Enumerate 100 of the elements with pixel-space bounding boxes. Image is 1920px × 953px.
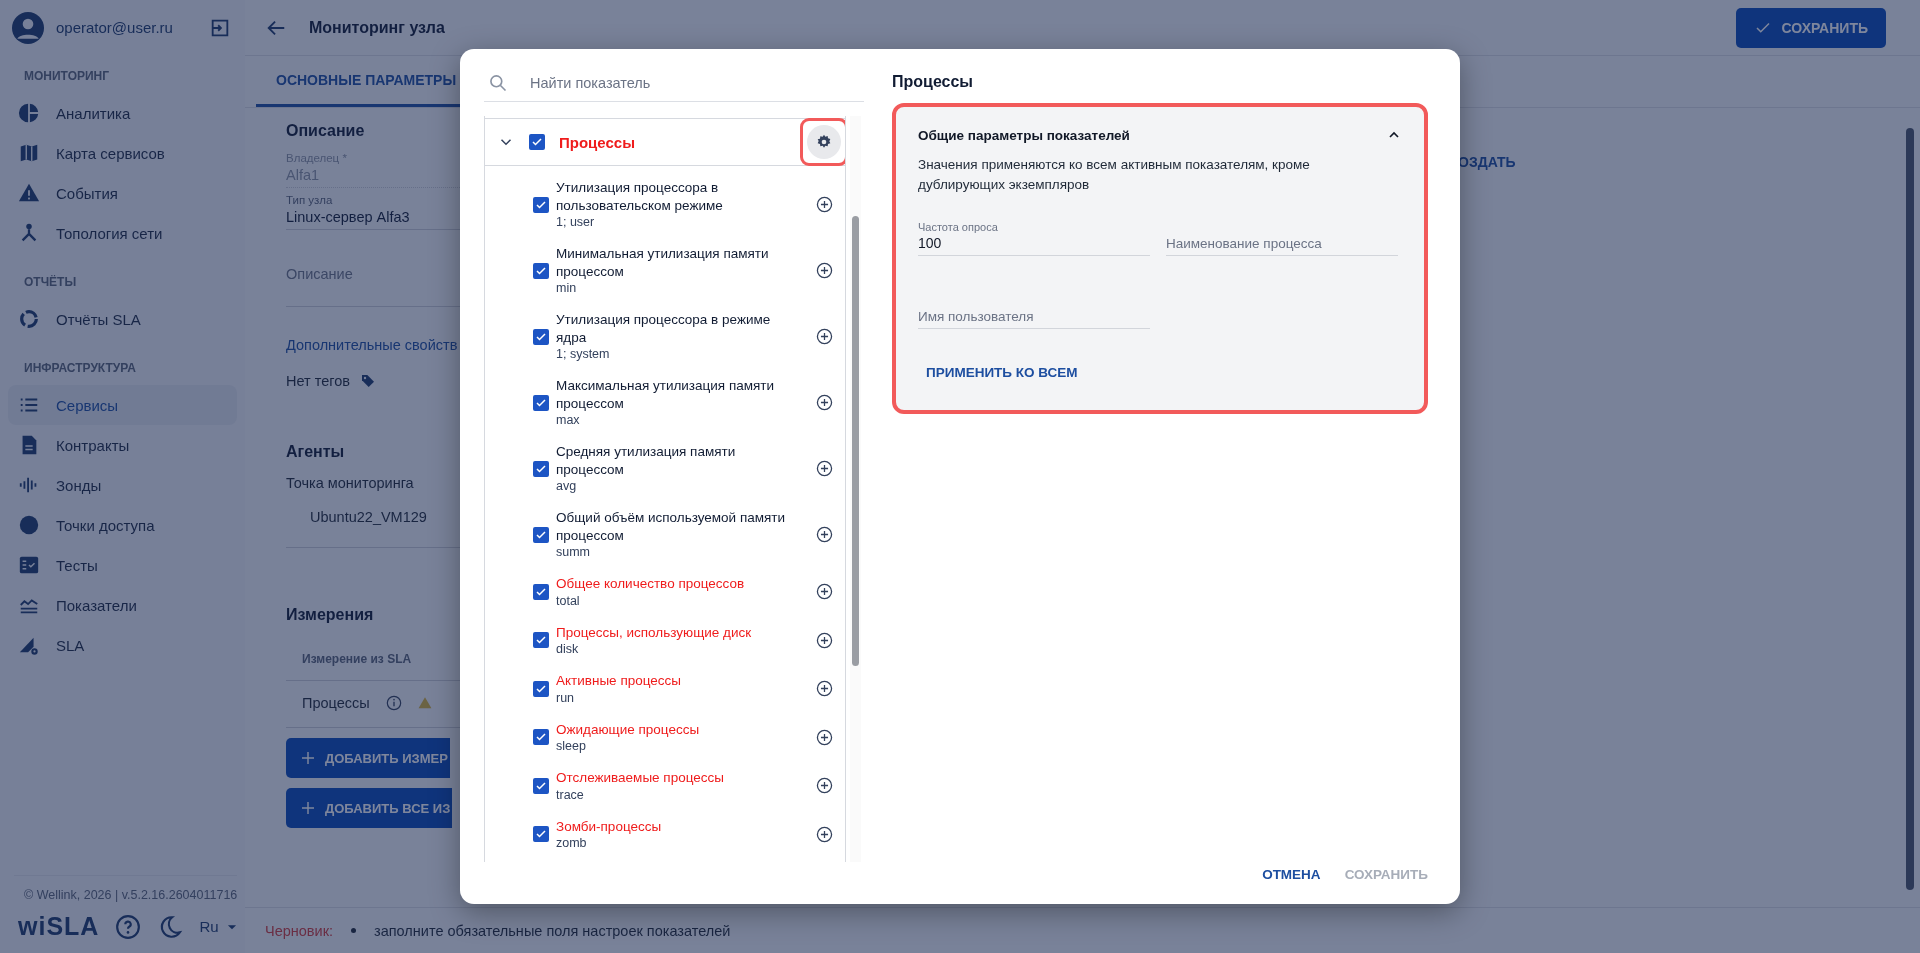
section-heading: МОНИТОРИНГ — [23, 68, 111, 85]
plus-circle-icon — [816, 394, 833, 411]
add-button[interactable] — [816, 460, 833, 477]
metric-code: run — [556, 689, 576, 706]
gear-icon — [816, 134, 832, 150]
tag-icon — [360, 373, 376, 389]
checkbox[interactable] — [533, 826, 549, 843]
section-heading: ОТЧЁТЫ — [23, 274, 78, 291]
metric-name: Средняя утилизация памяти процессом — [556, 443, 737, 478]
pie-chart-icon — [18, 102, 40, 124]
apply-button[interactable]: ПРИМЕНИТЬ КО ВСЕМ — [926, 361, 1078, 384]
check-icon — [535, 330, 547, 343]
scrollbar[interactable] — [850, 116, 861, 862]
status-label: Черновик: — [265, 922, 334, 939]
section-heading: Измерения — [286, 605, 374, 625]
text-field[interactable]: Имя пользователя — [918, 278, 1150, 329]
page-title: Мониторинг узла — [309, 18, 446, 37]
add-button[interactable] — [816, 526, 833, 543]
nav-item[interactable]: Аналитика — [8, 93, 237, 133]
properties-link[interactable]: Дополнительные свойств — [286, 307, 458, 353]
add-button[interactable]: ДОБАВИТЬ ИЗМЕР — [286, 738, 450, 778]
nav-item[interactable]: Показатели — [8, 585, 237, 625]
add-button[interactable] — [816, 728, 833, 746]
description-text: Значения применяются ко всем активным показателям, кроме дублирующих экземпляров — [918, 156, 1311, 194]
plus-circle-icon — [816, 328, 833, 345]
text-field[interactable]: Наименование процесса — [1166, 205, 1398, 256]
checkbox[interactable] — [533, 460, 549, 477]
nav-item[interactable]: SLA — [8, 625, 237, 665]
checkbox[interactable] — [533, 632, 549, 649]
plus-circle-icon — [816, 526, 833, 543]
metric-name: Утилизация процессора в пользовательском режиме — [556, 179, 724, 214]
language-select[interactable]: Ru — [199, 918, 239, 935]
user-email: operator@user.ru — [56, 19, 174, 36]
field-label: Точка мониторинга — [286, 474, 414, 491]
nav-item[interactable]: Сервисы — [8, 385, 237, 425]
check-icon — [535, 528, 547, 541]
checkbox[interactable] — [533, 328, 549, 345]
metric-name: Процессы, использующие диск — [556, 623, 753, 641]
metric-code: summ — [556, 544, 592, 560]
help-icon — [115, 913, 142, 940]
plus-circle-icon — [816, 825, 833, 843]
add-button[interactable] — [816, 680, 833, 698]
check-icon — [535, 198, 547, 211]
nav-item[interactable]: Контракты — [8, 425, 237, 465]
checkbox[interactable] — [533, 196, 549, 213]
add-button[interactable] — [816, 583, 833, 601]
checkbox[interactable] — [533, 777, 549, 794]
metric-code: disk — [556, 641, 580, 657]
add-button[interactable] — [816, 777, 833, 795]
checkbox[interactable] — [533, 583, 549, 600]
plus-circle-icon — [816, 728, 833, 746]
section-heading: Агенты — [286, 442, 345, 462]
checkbox[interactable] — [533, 729, 549, 746]
nav-item[interactable]: Тесты — [8, 545, 237, 585]
scrollbar[interactable] — [1906, 128, 1914, 890]
metric-code: 1; system — [556, 346, 611, 362]
settings-button[interactable] — [807, 125, 841, 159]
metric-name: Максимальная утилизация памяти процессом — [556, 377, 776, 412]
nav-item[interactable]: Карта сервисов — [8, 133, 237, 173]
nav-item[interactable]: Отчёты SLA — [8, 299, 237, 339]
checkbox[interactable] — [529, 134, 545, 150]
nav-item[interactable]: Топология сети — [8, 213, 237, 253]
panel-title: Процессы — [892, 73, 975, 92]
checkbox[interactable] — [533, 526, 549, 543]
metric-name: Ожидающие процессы — [556, 720, 701, 738]
add-button[interactable] — [816, 631, 833, 649]
warning-icon — [417, 696, 432, 710]
add-button[interactable] — [816, 328, 833, 345]
check-icon — [535, 731, 547, 744]
section-heading: ИНФРАСТРУКТУРА — [23, 360, 137, 377]
copyright-text: © Wellink, 2026 | v.5.2.16.2604011716 — [23, 887, 237, 904]
add-button[interactable]: ДОБАВИТЬ ВСЕ ИЗ — [286, 788, 453, 828]
add-button[interactable] — [816, 825, 833, 843]
metric-name: Отслеживаемые процессы — [556, 769, 725, 787]
text-field[interactable]: Частота опроса 100 — [918, 205, 1150, 256]
nav-item[interactable]: События — [8, 173, 237, 213]
bullet-icon — [351, 928, 357, 933]
nav-item[interactable]: Зонды — [8, 465, 237, 505]
checkbox[interactable] — [533, 680, 549, 697]
ring-icon — [18, 308, 40, 330]
metric-code: avg — [556, 478, 578, 494]
metric-code: max — [556, 412, 581, 428]
save-button[interactable]: СОХРАНИТЬ — [1735, 7, 1886, 48]
table-cell: Процессы — [302, 695, 370, 711]
checkbox[interactable] — [533, 262, 549, 279]
add-button[interactable] — [816, 262, 833, 279]
metric-name: Утилизация процессора в режиме ядра — [556, 311, 772, 346]
map-icon — [18, 142, 40, 164]
check-icon — [535, 585, 547, 598]
warning-icon — [18, 182, 40, 204]
add-button[interactable] — [816, 394, 833, 411]
check-icon — [535, 828, 547, 841]
plus-icon — [300, 750, 316, 766]
add-button[interactable] — [816, 196, 833, 213]
create-link[interactable]: ОЗДАТЬ — [1458, 154, 1516, 170]
checkbox[interactable] — [533, 394, 549, 411]
text-button[interactable]: ОТМЕНА — [1262, 867, 1321, 882]
metric-code: sleep — [556, 738, 587, 754]
nav-item[interactable]: Точки доступа — [8, 505, 237, 545]
info-icon — [385, 695, 402, 711]
